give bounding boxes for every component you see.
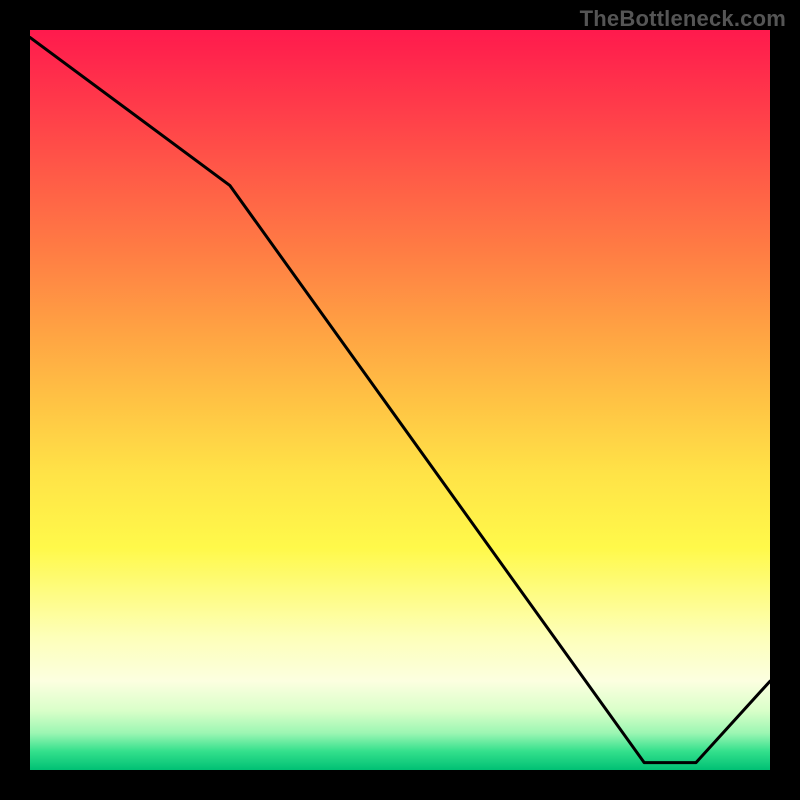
watermark-text: TheBottleneck.com — [580, 6, 786, 32]
chart-plot-area — [30, 30, 770, 770]
chart-frame: TheBottleneck.com — [0, 0, 800, 800]
